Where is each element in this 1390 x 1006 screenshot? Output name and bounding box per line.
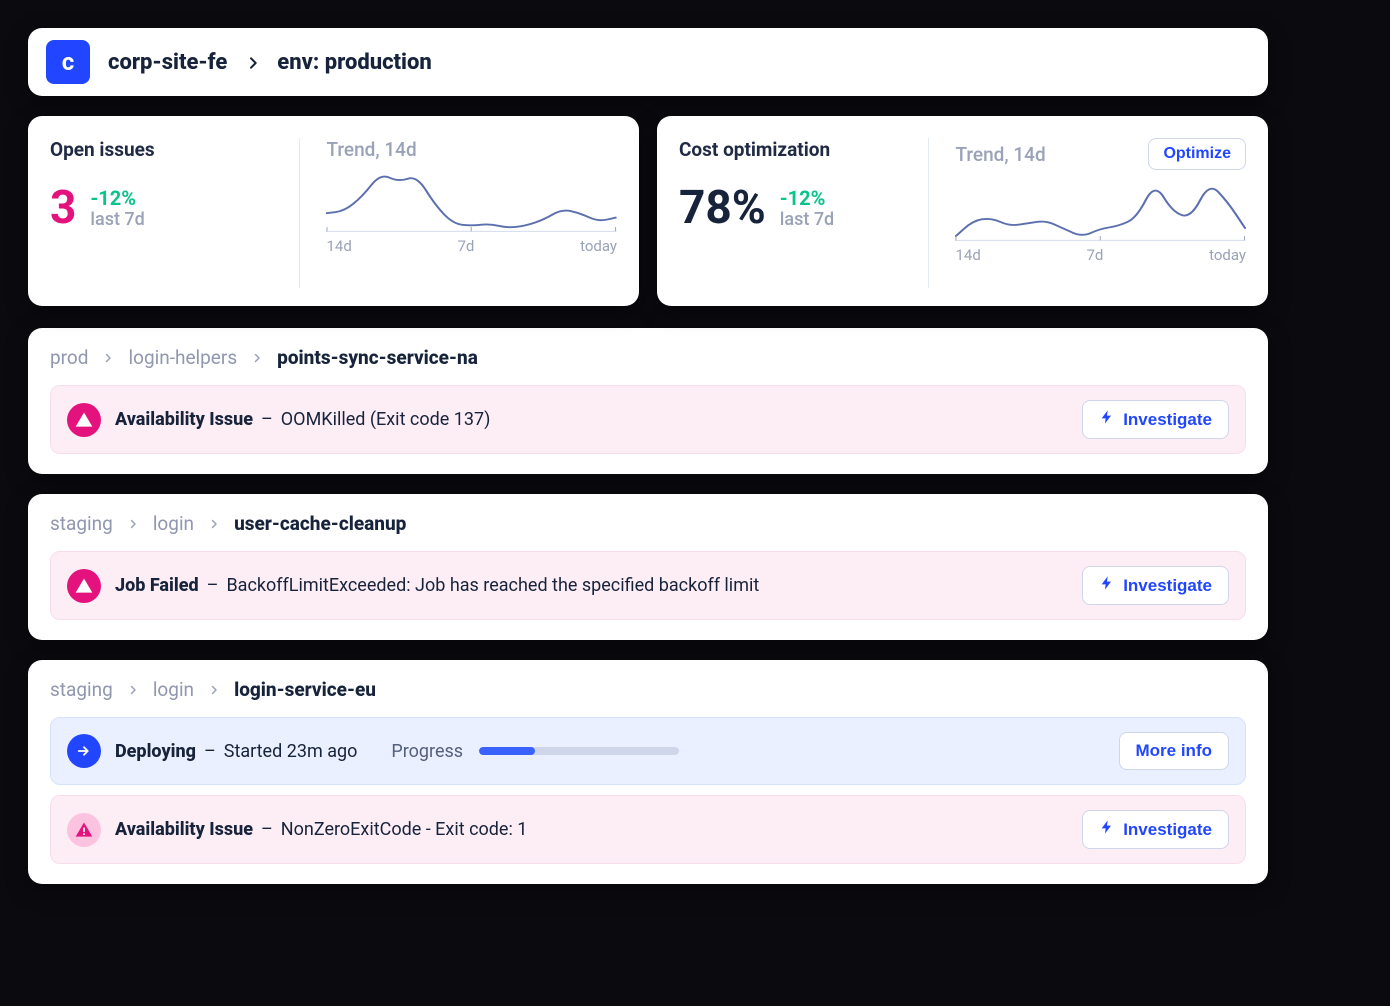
cost-sub: last 7d	[780, 211, 834, 229]
issue-path-leaf[interactable]: user-cache-cleanup	[234, 512, 406, 535]
issue-path: staging login user-cache-cleanup	[50, 512, 1246, 535]
error-event-row: Job Failed – BackoffLimitExceeded: Job h…	[50, 551, 1246, 620]
more-info-button[interactable]: More info	[1119, 732, 1230, 770]
axis-tick: today	[1209, 246, 1246, 264]
issue-path-segment[interactable]: prod	[50, 346, 88, 369]
investigate-button[interactable]: Investigate	[1082, 400, 1229, 439]
breadcrumb-env[interactable]: env: production	[277, 50, 431, 75]
cost-value: 78%	[679, 185, 766, 231]
axis-tick: 7d	[1086, 246, 1103, 264]
axis-tick: 14d	[955, 246, 980, 264]
progress-bar	[479, 747, 679, 755]
chevron-right-icon	[208, 518, 220, 530]
issue-path: prod login-helpers points-sync-service-na	[50, 346, 1246, 369]
open-issues-change: -12%	[90, 187, 144, 209]
metric-title: Cost optimization	[679, 138, 928, 161]
optimize-button[interactable]: Optimize	[1148, 138, 1246, 170]
trend-label: Trend, 14d	[955, 143, 1045, 166]
event-detail: OOMKilled (Exit code 137)	[281, 409, 491, 430]
bolt-icon	[1099, 819, 1115, 840]
investigate-button[interactable]: Investigate	[1082, 566, 1229, 605]
axis-tick: today	[580, 237, 617, 255]
arrow-right-icon	[67, 734, 101, 768]
bolt-icon	[1099, 575, 1115, 596]
issue-card: staging login user-cache-cleanup Job Failed…	[28, 494, 1268, 640]
open-issues-card: Open issues 3 -12% last 7d Trend, 14d	[28, 116, 639, 306]
progress-fill	[479, 747, 535, 755]
issue-card: prod login-helpers points-sync-service-na A…	[28, 328, 1268, 474]
open-issues-value: 3	[50, 185, 76, 231]
cost-sparkline	[955, 174, 1246, 242]
investigate-button[interactable]: Investigate	[1082, 810, 1229, 849]
breadcrumb-site[interactable]: corp-site-fe	[108, 50, 227, 75]
warning-icon	[67, 813, 101, 847]
trend-label: Trend, 14d	[326, 138, 416, 161]
chevron-right-icon	[208, 684, 220, 696]
issue-path: staging login login-service-eu	[50, 678, 1246, 701]
event-text: Availability Issue – OOMKilled (Exit cod…	[115, 409, 490, 430]
issue-path-leaf[interactable]: login-service-eu	[234, 678, 376, 701]
axis-tick: 14d	[326, 237, 351, 255]
event-detail: Started 23m ago	[224, 741, 358, 762]
cost-optimization-card: Cost optimization 78% -12% last 7d Trend…	[657, 116, 1268, 306]
chevron-right-icon	[127, 518, 139, 530]
event-text: Deploying – Started 23m ago	[115, 741, 357, 762]
metric-title: Open issues	[50, 138, 299, 161]
open-issues-sub: last 7d	[90, 211, 144, 229]
event-text: Availability Issue – NonZeroExitCode - E…	[115, 819, 527, 840]
app-logo[interactable]: c	[46, 40, 90, 84]
event-detail: NonZeroExitCode - Exit code: 1	[281, 819, 528, 840]
event-kind: Availability Issue	[115, 409, 253, 430]
breadcrumb: corp-site-fe env: production	[108, 50, 432, 75]
chevron-right-icon	[127, 684, 139, 696]
bolt-icon	[1099, 409, 1115, 430]
error-event-row: Availability Issue – OOMKilled (Exit cod…	[50, 385, 1246, 454]
error-event-row: Availability Issue – NonZeroExitCode - E…	[50, 795, 1246, 864]
issue-path-segment[interactable]: login	[153, 678, 194, 701]
issue-path-segment[interactable]: login	[153, 512, 194, 535]
event-text: Job Failed – BackoffLimitExceeded: Job h…	[115, 575, 759, 596]
warning-icon	[67, 569, 101, 603]
chevron-right-icon	[102, 352, 114, 364]
metrics-row: Open issues 3 -12% last 7d Trend, 14d	[28, 116, 1268, 306]
progress: Progress	[391, 741, 679, 762]
event-kind: Availability Issue	[115, 819, 253, 840]
issue-card: staging login login-service-eu Deploying – …	[28, 660, 1268, 884]
warning-icon	[67, 403, 101, 437]
issue-path-segment[interactable]: login-helpers	[128, 346, 237, 369]
issue-path-segment[interactable]: staging	[50, 678, 113, 701]
axis-tick: 7d	[457, 237, 474, 255]
event-detail: BackoffLimitExceeded: Job has reached th…	[226, 575, 759, 596]
event-kind: Deploying	[115, 741, 196, 762]
header-card: c corp-site-fe env: production	[28, 28, 1268, 96]
issue-path-segment[interactable]: staging	[50, 512, 113, 535]
cost-change: -12%	[780, 187, 834, 209]
deploy-event-row: Deploying – Started 23m ago Progress More …	[50, 717, 1246, 785]
progress-label: Progress	[391, 741, 463, 762]
issue-path-leaf[interactable]: points-sync-service-na	[277, 346, 478, 369]
open-issues-sparkline	[326, 165, 617, 233]
event-kind: Job Failed	[115, 575, 199, 596]
chevron-right-icon	[245, 55, 259, 69]
chevron-right-icon	[251, 352, 263, 364]
